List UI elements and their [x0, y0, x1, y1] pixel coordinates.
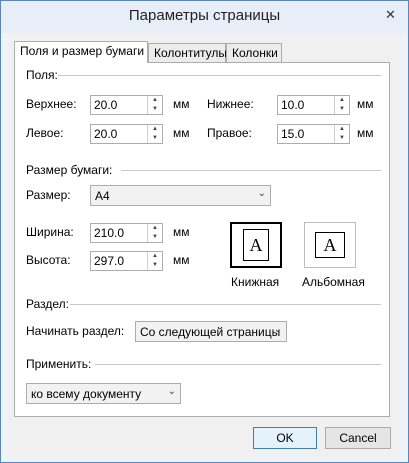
cancel-button[interactable]: Cancel — [325, 427, 391, 449]
paper-size-dropdown[interactable]: A4 ⌄ — [90, 185, 271, 206]
paper-group-label: Размер бумаги: — [26, 163, 113, 177]
tab-headers-footers[interactable]: Колонтитулы — [148, 43, 227, 62]
title-bar: Параметры страницы ✕ — [1, 1, 408, 33]
section-group-line — [70, 304, 381, 305]
paper-height-value[interactable]: 297.0 — [94, 254, 124, 268]
spin-down-icon[interactable]: ▼ — [335, 105, 349, 114]
right-margin-label: Правое: — [207, 126, 252, 140]
top-margin-arrows[interactable]: ▲ ▼ — [147, 96, 162, 114]
margins-group-label: Поля: — [26, 68, 58, 82]
paper-width-unit: мм — [173, 225, 190, 239]
apply-group-line — [95, 364, 381, 365]
top-margin-value[interactable]: 20.0 — [94, 98, 117, 112]
section-group-label: Раздел: — [26, 297, 69, 311]
dialog-title: Параметры страницы — [128, 7, 281, 24]
section-start-label: Начинать раздел: — [26, 324, 125, 338]
bottom-margin-value[interactable]: 10.0 — [281, 98, 304, 112]
spin-down-icon[interactable]: ▼ — [148, 261, 162, 270]
paper-height-arrows[interactable]: ▲ ▼ — [147, 252, 162, 270]
spin-down-icon[interactable]: ▼ — [148, 105, 162, 114]
left-margin-label: Левое: — [26, 126, 64, 140]
bottom-margin-label: Нижнее: — [207, 97, 254, 111]
paper-height-unit: мм — [173, 253, 190, 267]
spin-up-icon[interactable]: ▲ — [148, 224, 162, 233]
right-margin-spinner[interactable]: 15.0 ▲ ▼ — [277, 124, 350, 144]
tab-columns[interactable]: Колонки — [226, 43, 282, 62]
paper-width-arrows[interactable]: ▲ ▼ — [147, 224, 162, 242]
apply-group-label: Применить: — [26, 357, 92, 371]
paper-height-spinner[interactable]: 297.0 ▲ ▼ — [90, 251, 163, 271]
landscape-orientation-button[interactable]: A — [304, 222, 356, 268]
bottom-margin-spinner[interactable]: 10.0 ▲ ▼ — [277, 95, 350, 115]
section-start-value[interactable]: Со следующей страницы — [140, 325, 280, 339]
left-margin-value[interactable]: 20.0 — [94, 127, 117, 141]
right-margin-arrows[interactable]: ▲ ▼ — [334, 125, 349, 143]
top-margin-spinner[interactable]: 20.0 ▲ ▼ — [90, 95, 163, 115]
spin-up-icon[interactable]: ▲ — [335, 125, 349, 134]
portrait-label[interactable]: Книжная — [231, 275, 279, 289]
top-margin-label: Верхнее: — [26, 97, 77, 111]
paper-width-value[interactable]: 210.0 — [94, 226, 124, 240]
spin-up-icon[interactable]: ▲ — [148, 125, 162, 134]
landscape-page-icon: A — [315, 232, 345, 258]
chevron-down-icon[interactable]: ⌄ — [168, 386, 176, 397]
paper-height-label: Высота: — [26, 253, 71, 267]
spin-down-icon[interactable]: ▼ — [148, 134, 162, 143]
portrait-page-icon: A — [243, 229, 269, 261]
apply-to-value[interactable]: ко всему документу — [31, 387, 141, 401]
portrait-orientation-button[interactable]: A — [230, 222, 282, 268]
paper-width-label: Ширина: — [26, 225, 74, 239]
spin-down-icon[interactable]: ▼ — [335, 134, 349, 143]
dialog-body: Поля и размер бумаги Колонтитулы Колонки… — [8, 33, 402, 457]
chevron-down-icon[interactable]: ⌄ — [258, 188, 266, 199]
paper-size-value[interactable]: A4 — [95, 189, 110, 203]
spin-up-icon[interactable]: ▲ — [148, 252, 162, 261]
spin-down-icon[interactable]: ▼ — [148, 233, 162, 242]
paper-group-line — [121, 170, 381, 171]
right-margin-value[interactable]: 15.0 — [281, 127, 304, 141]
left-margin-arrows[interactable]: ▲ ▼ — [147, 125, 162, 143]
landscape-label[interactable]: Альбомная — [302, 275, 365, 289]
tab-panel: Поля: Верхнее: 20.0 ▲ ▼ мм Нижнее: 10.0 … — [14, 62, 390, 417]
apply-to-dropdown[interactable]: ко всему документу ⌄ — [26, 383, 181, 404]
left-margin-spinner[interactable]: 20.0 ▲ ▼ — [90, 124, 163, 144]
paper-width-spinner[interactable]: 210.0 ▲ ▼ — [90, 223, 163, 243]
ok-button[interactable]: OK — [253, 427, 317, 449]
page-setup-dialog: Параметры страницы ✕ Поля и размер бумаг… — [0, 0, 409, 463]
spin-up-icon[interactable]: ▲ — [335, 96, 349, 105]
bottom-margin-arrows[interactable]: ▲ ▼ — [334, 96, 349, 114]
right-margin-unit: мм — [357, 126, 374, 140]
paper-size-label: Размер: — [26, 188, 71, 202]
left-margin-unit: мм — [173, 126, 190, 140]
margins-group-line — [55, 75, 381, 76]
chevron-down-icon[interactable]: ⌄ — [274, 324, 282, 335]
section-start-dropdown[interactable]: Со следующей страницы ⌄ — [135, 321, 287, 342]
spin-up-icon[interactable]: ▲ — [148, 96, 162, 105]
tab-margins-paper[interactable]: Поля и размер бумаги — [14, 41, 148, 63]
bottom-margin-unit: мм — [357, 97, 374, 111]
close-icon[interactable]: ✕ — [377, 5, 404, 25]
top-margin-unit: мм — [173, 97, 190, 111]
